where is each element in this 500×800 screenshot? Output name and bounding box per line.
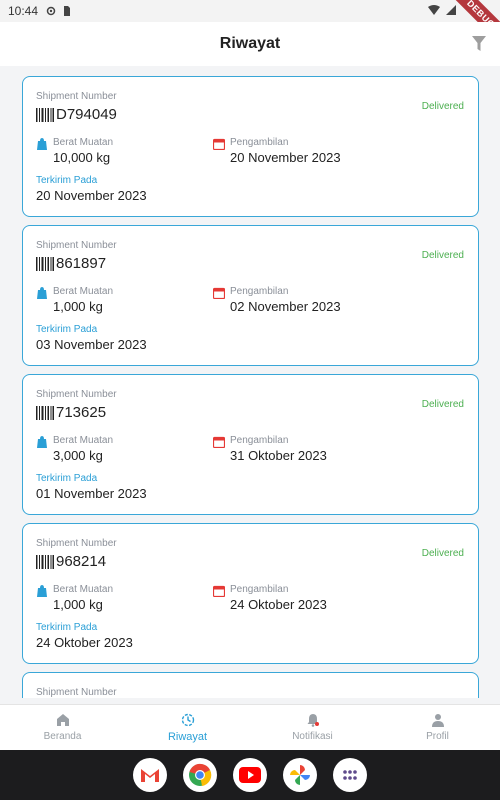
barcode-icon (36, 107, 54, 122)
person-icon (431, 714, 444, 727)
weight-icon (37, 436, 47, 448)
weight-label: Berat Muatan (53, 137, 114, 148)
sent-date: 20 November 2023 (36, 188, 147, 203)
pickup-label: Pengambilan (230, 435, 289, 446)
shipment-card[interactable]: Shipment Number 968214 Delivered Berat M… (22, 523, 479, 664)
sent-date: 03 November 2023 (36, 337, 147, 352)
weight-value: 1,000 kg (53, 299, 103, 314)
shipment-card[interactable]: Shipment Number 713625 Delivered Berat M… (22, 374, 479, 515)
status-badge: Delivered (421, 250, 464, 261)
weight-icon (37, 585, 47, 597)
calendar-icon (213, 287, 225, 299)
history-icon (181, 713, 194, 726)
shipment-number-label: Shipment Number (36, 240, 117, 251)
app-drawer-icon[interactable] (333, 758, 367, 792)
shipment-number: D794049 (56, 106, 117, 123)
sim-status-icon (64, 6, 71, 16)
pickup-label: Pengambilan (230, 137, 289, 148)
weight-label: Berat Muatan (53, 286, 114, 297)
shipment-number-label: Shipment Number (36, 389, 117, 400)
pickup-label: Pengambilan (230, 286, 289, 297)
status-badge: Delivered (421, 399, 464, 410)
sent-on-label: Terkirim Pada (36, 175, 98, 186)
weight-value: 3,000 kg (53, 448, 103, 463)
shipment-card-partial[interactable]: Shipment Number (22, 672, 479, 698)
pickup-date: 24 Oktober 2023 (230, 597, 327, 612)
shipment-number-label: Shipment Number (36, 687, 117, 698)
shipment-card[interactable]: Shipment Number 861897 Delivered Berat M… (22, 225, 479, 366)
settings-status-icon (46, 6, 56, 16)
calendar-icon (213, 436, 225, 448)
barcode-icon (36, 256, 54, 271)
photos-icon[interactable] (283, 758, 317, 792)
sent-on-label: Terkirim Pada (36, 473, 98, 484)
nav-item-beranda[interactable]: Beranda (0, 705, 125, 750)
gmail-icon[interactable] (133, 758, 167, 792)
chrome-icon[interactable] (183, 758, 217, 792)
barcode-icon (36, 405, 54, 420)
shipment-card[interactable]: Shipment Number D794049 Delivered Berat … (22, 76, 479, 217)
shipment-number: 861897 (56, 255, 107, 272)
bottom-navigation: Beranda Riwayat Notifikasi Profil (0, 704, 500, 750)
system-dock (0, 750, 500, 800)
shipment-list[interactable]: Shipment Number D794049 Delivered Berat … (0, 66, 500, 698)
filter-icon[interactable] (472, 36, 486, 52)
sent-date: 01 November 2023 (36, 486, 147, 501)
weight-icon (37, 138, 47, 150)
pickup-date: 02 November 2023 (230, 299, 341, 314)
shipment-number: 713625 (56, 404, 107, 421)
weight-value: 10,000 kg (53, 150, 111, 165)
youtube-icon[interactable] (233, 758, 267, 792)
sent-on-label: Terkirim Pada (36, 324, 98, 335)
nav-label: Riwayat (167, 730, 208, 743)
sent-on-label: Terkirim Pada (36, 622, 98, 633)
calendar-icon (213, 585, 225, 597)
nav-label: Profil (426, 731, 449, 742)
nav-item-riwayat[interactable]: Riwayat (125, 705, 250, 750)
weight-label: Berat Muatan (53, 435, 114, 446)
sent-date: 24 Oktober 2023 (36, 635, 133, 650)
pickup-date: 20 November 2023 (230, 150, 341, 165)
shipment-number: 968214 (56, 553, 107, 570)
app-bar: Riwayat (0, 22, 500, 66)
weight-value: 1,000 kg (53, 597, 103, 612)
nav-label: Notifikasi (292, 731, 333, 742)
signal-icon (446, 5, 456, 15)
shipment-number-label: Shipment Number (36, 538, 117, 549)
barcode-icon (36, 554, 54, 569)
status-badge: Delivered (421, 101, 464, 112)
home-icon (56, 714, 69, 726)
shipment-number-label: Shipment Number (36, 91, 117, 102)
pickup-label: Pengambilan (230, 584, 289, 595)
bell-icon (307, 714, 319, 727)
weight-icon (37, 287, 47, 299)
wifi-icon (428, 5, 440, 15)
nav-label: Beranda (43, 731, 82, 742)
nav-item-profil[interactable]: Profil (375, 705, 500, 750)
calendar-icon (213, 138, 225, 150)
pickup-date: 31 Oktober 2023 (230, 448, 327, 463)
status-time: 10:44 (8, 4, 39, 18)
status-badge: Delivered (421, 548, 464, 559)
weight-label: Berat Muatan (53, 584, 114, 595)
page-title: Riwayat (219, 35, 281, 52)
nav-item-notifikasi[interactable]: Notifikasi (250, 705, 375, 750)
system-status-bar: 10:44 (0, 0, 500, 22)
